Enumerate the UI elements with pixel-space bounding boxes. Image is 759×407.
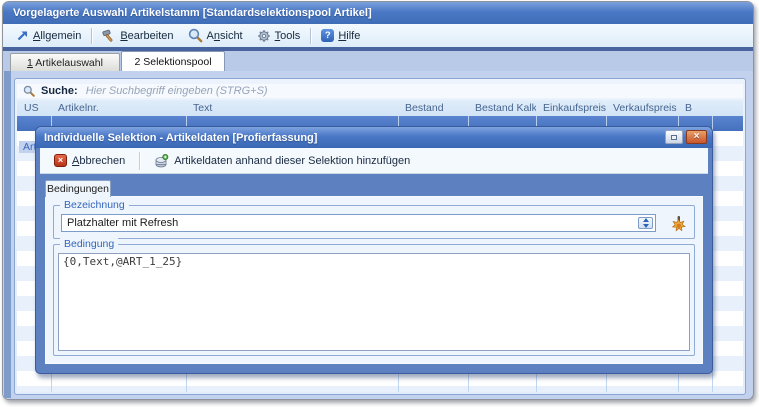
restore-button[interactable] — [665, 130, 683, 144]
bedingung-textarea[interactable]: {0,Text,@ART_1_25} — [58, 253, 690, 351]
menu-item-hilfe[interactable]: ? Hilfe — [314, 27, 367, 44]
tab-artikelauswahl[interactable]: 1 Artikelauswahl — [10, 53, 120, 71]
combobox-value: Platzhalter mit Refresh — [67, 217, 178, 229]
menu-item-label: Hilfe — [338, 30, 360, 42]
column-header-text[interactable]: Text — [186, 102, 398, 114]
application-window: Vorgelagerte Auswahl Artikelstamm [Stand… — [2, 1, 754, 400]
cancel-button[interactable]: × Abbrechen — [46, 152, 133, 169]
menu-item-tools[interactable]: Tools — [250, 27, 308, 45]
column-header-b[interactable]: B — [678, 102, 712, 114]
column-header-us[interactable]: US — [17, 102, 51, 114]
search-label: Suche: — [41, 85, 78, 97]
bedingung-groupbox: Bedingung {0,Text,@ART_1_25} — [53, 244, 695, 356]
toolbar-separator — [139, 152, 140, 170]
menubar: Allgemein Bearbeiten Ansicht — [3, 24, 753, 47]
menu-item-allgemein[interactable]: Allgemein — [9, 27, 88, 44]
dialog: Individuelle Selektion - Artikeldaten [P… — [35, 126, 713, 374]
bezeichnung-combobox[interactable]: Platzhalter mit Refresh — [61, 214, 656, 232]
screen: Vorgelagerte Auswahl Artikelstamm [Stand… — [0, 0, 759, 407]
panel-left-edge — [4, 71, 11, 398]
search-bar: Suche: — [17, 84, 743, 98]
menu-item-bearbeiten[interactable]: Bearbeiten — [95, 27, 180, 45]
bedingungen-panel: Bezeichnung Platzhalter mit Refresh — [45, 196, 703, 364]
hammer-icon — [102, 29, 116, 43]
column-header-artikelnr[interactable]: Artikelnr. — [51, 102, 186, 114]
close-icon: × — [694, 132, 700, 142]
menu-item-label: Bearbeiten — [120, 30, 173, 42]
window-title: Vorgelagerte Auswahl Artikelstamm [Stand… — [13, 7, 372, 19]
add-selection-label: Artikeldaten anhand dieser Selektion hin… — [174, 155, 410, 167]
column-header-einkaufspreis[interactable]: Einkaufspreis — [536, 102, 606, 114]
gear-icon — [257, 29, 271, 43]
tab-bedingungen[interactable]: Bedingungen — [45, 180, 111, 197]
search-icon — [23, 85, 35, 97]
cancel-icon: × — [54, 154, 67, 167]
column-header-verkaufspreis[interactable]: Verkaufspreis — [606, 102, 678, 114]
dialog-titlebar[interactable]: Individuelle Selektion - Artikeldaten [P… — [36, 127, 712, 148]
add-selection-button[interactable]: Artikeldaten anhand dieser Selektion hin… — [146, 151, 418, 170]
spinner-up-icon[interactable] — [643, 218, 649, 222]
spinner-down-icon[interactable] — [643, 224, 649, 228]
arrow-up-right-icon — [16, 29, 29, 42]
dialog-window-buttons: × — [665, 130, 707, 144]
search-input[interactable] — [84, 84, 743, 98]
combobox-spinner[interactable] — [638, 217, 653, 229]
add-selection-icon — [154, 153, 169, 168]
magnifier-icon — [188, 28, 203, 43]
bezeichnung-group-label: Bezeichnung — [60, 199, 129, 211]
dynamite-icon — [670, 215, 687, 232]
bedingung-group-label: Bedingung — [60, 238, 118, 250]
tab-label: 2 Selektionspool — [134, 56, 211, 68]
column-header-bestand-kalk[interactable]: Bestand Kalk. — [468, 102, 536, 114]
bezeichnung-groupbox: Bezeichnung Platzhalter mit Refresh — [53, 205, 695, 239]
menu-separator — [310, 28, 311, 44]
menu-item-label: Ansicht — [207, 30, 243, 42]
dialog-title: Individuelle Selektion - Artikeldaten [P… — [44, 132, 317, 144]
tab-label: Bedingungen — [47, 183, 109, 195]
menu-item-ansicht[interactable]: Ansicht — [181, 26, 250, 45]
help-icon: ? — [321, 29, 334, 42]
table-header-row: US Artikelnr. Text Bestand Bestand Kalk.… — [17, 100, 743, 116]
execute-selection-button[interactable] — [669, 214, 688, 233]
dialog-toolbar: × Abbrechen Artikeldaten anhand dieser S… — [40, 148, 708, 174]
menu-separator — [91, 28, 92, 44]
menu-item-label: Tools — [275, 30, 301, 42]
column-header-bestand[interactable]: Bestand — [398, 102, 468, 114]
menu-item-label: Allgemein — [33, 30, 81, 42]
close-button[interactable]: × — [686, 130, 707, 144]
tab-label: 1 Artikelauswahl — [27, 57, 103, 69]
window-titlebar[interactable]: Vorgelagerte Auswahl Artikelstamm [Stand… — [3, 2, 753, 24]
tab-selektionspool[interactable]: 2 Selektionspool — [121, 51, 225, 71]
restore-icon — [671, 135, 677, 140]
cancel-button-label: Abbrechen — [72, 155, 125, 167]
